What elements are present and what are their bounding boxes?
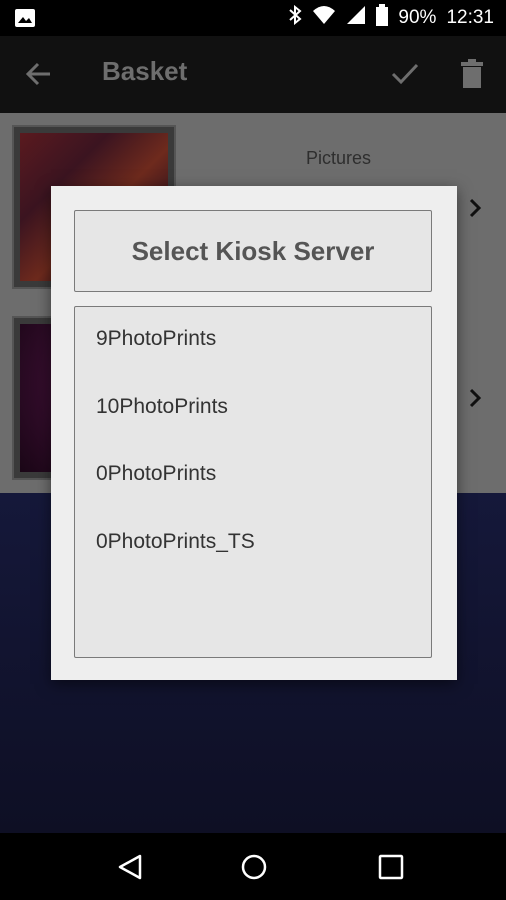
server-item[interactable]: 10PhotoPrints xyxy=(96,395,228,419)
battery-icon xyxy=(376,4,389,32)
chevron-right-icon[interactable] xyxy=(468,198,482,222)
clock: 12:31 xyxy=(446,7,494,28)
select-kiosk-server-dialog: Select Kiosk Server 9PhotoPrints 10Photo… xyxy=(51,186,457,680)
nav-home-icon[interactable] xyxy=(240,853,268,885)
status-bar: 90% 12:31 xyxy=(0,0,506,36)
navigation-bar xyxy=(0,833,506,900)
dialog-title: Select Kiosk Server xyxy=(74,210,432,292)
battery-percent: 90% xyxy=(398,7,437,28)
image-notification-icon xyxy=(14,8,36,32)
signal-icon xyxy=(346,5,366,31)
bluetooth-icon xyxy=(288,4,302,31)
nav-back-icon[interactable] xyxy=(116,853,144,885)
trash-icon[interactable] xyxy=(460,59,484,93)
page-title: Basket xyxy=(102,56,188,86)
check-icon[interactable] xyxy=(390,60,420,92)
nav-recents-icon[interactable] xyxy=(378,854,404,884)
chevron-right-icon[interactable] xyxy=(468,388,482,412)
back-arrow-icon[interactable] xyxy=(24,60,54,92)
server-item[interactable]: 0PhotoPrints xyxy=(96,462,216,486)
server-list[interactable]: 9PhotoPrints 10PhotoPrints 0PhotoPrints … xyxy=(74,306,432,658)
server-item[interactable]: 9PhotoPrints xyxy=(96,327,216,351)
server-item[interactable]: 0PhotoPrints_TS xyxy=(96,530,255,554)
app-bar: Basket xyxy=(0,36,506,113)
wifi-icon xyxy=(312,5,336,31)
pictures-label: Pictures xyxy=(306,148,372,168)
